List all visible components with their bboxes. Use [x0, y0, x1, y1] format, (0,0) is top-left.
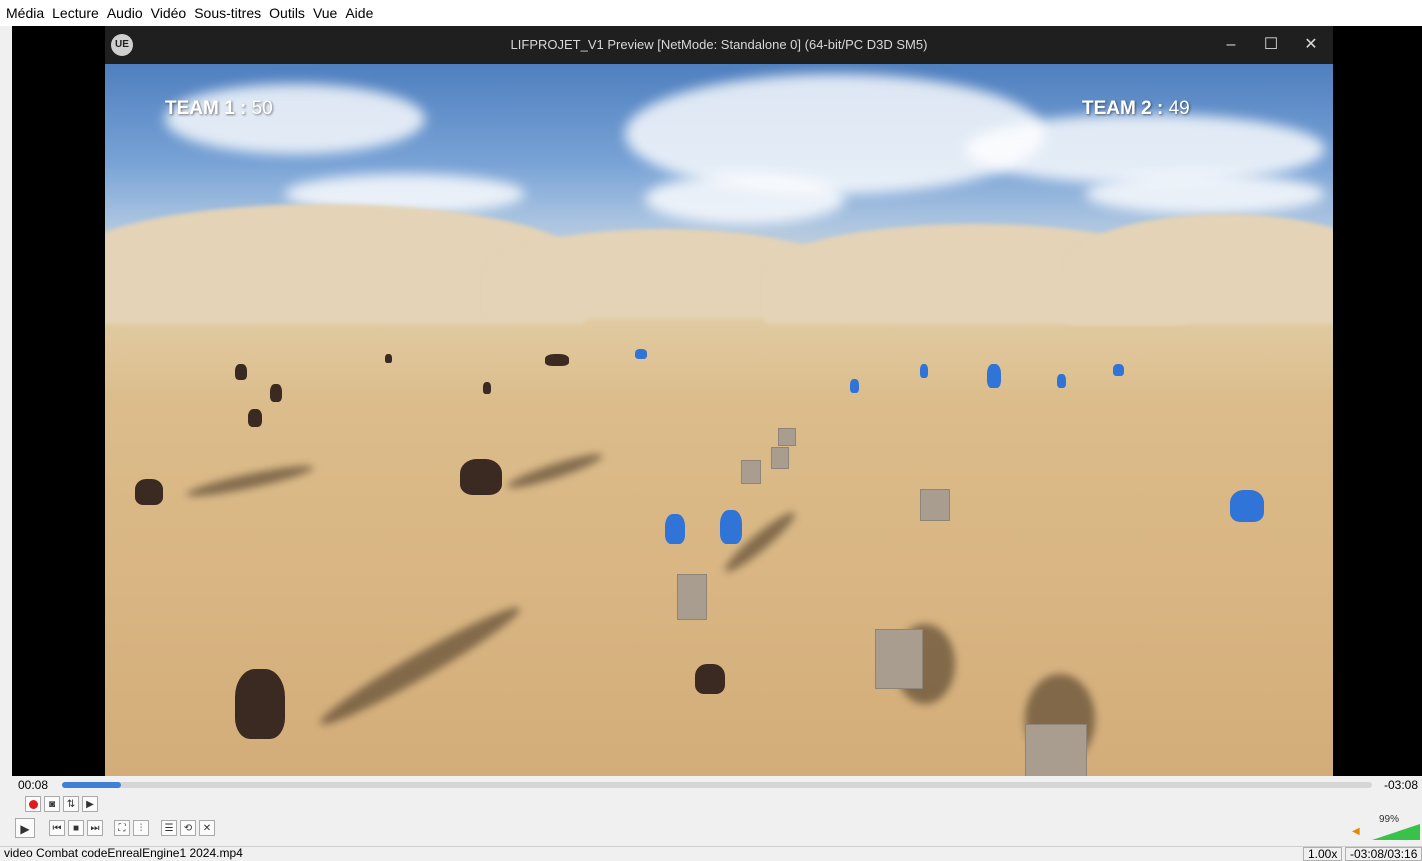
cloud: [965, 114, 1325, 184]
shadow: [184, 460, 316, 502]
menu-video[interactable]: Vidéo: [151, 0, 193, 26]
ue-window-title: LIFPROJET_V1 Preview [NetMode: Standalon…: [510, 37, 928, 52]
seek-progress: [62, 782, 121, 788]
playlist-icon: ☰: [164, 823, 174, 834]
record-button[interactable]: [25, 796, 41, 812]
cloud: [645, 174, 845, 224]
crate: [741, 460, 761, 484]
fullscreen-icon: ⛶: [118, 823, 126, 834]
cloud: [1085, 174, 1325, 214]
ue-titlebar: UE LIFPROJET_V1 Preview [NetMode: Standa…: [105, 26, 1333, 64]
dune: [1065, 214, 1333, 324]
shadow: [314, 598, 526, 734]
game-scene: TEAM 1 : 50 TEAM 2 : 49: [105, 64, 1333, 776]
frame-step-icon: ▶: [86, 799, 94, 810]
menu-lecture[interactable]: Lecture: [52, 0, 105, 26]
menu-help[interactable]: Aide: [345, 0, 379, 26]
loop-button[interactable]: ⟲: [180, 820, 196, 836]
stop-button[interactable]: ■: [68, 820, 84, 836]
volume-percent: 99%: [1379, 814, 1400, 825]
playback-speed[interactable]: 1.00x: [1303, 847, 1343, 861]
shuffle-button[interactable]: ✕: [199, 820, 215, 836]
seek-bar[interactable]: [62, 782, 1372, 788]
menu-audio[interactable]: Audio: [107, 0, 149, 26]
blue-unit: [1113, 364, 1124, 376]
ue-preview-window: UE LIFPROJET_V1 Preview [NetMode: Standa…: [105, 26, 1333, 776]
frame-step-button[interactable]: ▶: [82, 796, 98, 812]
menu-tools[interactable]: Outils: [269, 0, 311, 26]
menu-view[interactable]: Vue: [313, 0, 343, 26]
previous-button[interactable]: ⏮: [49, 820, 65, 836]
red-unit: [460, 459, 502, 495]
loop-icon: ⟲: [183, 823, 193, 834]
crate: [920, 489, 950, 521]
play-icon: ▶: [20, 822, 30, 836]
blue-unit: [987, 364, 1001, 388]
equalizer-icon: ⫶: [139, 823, 143, 834]
team2-score-label: TEAM 2 : 49: [1082, 98, 1190, 120]
playlist-button[interactable]: ☰: [161, 820, 177, 836]
crate: [1025, 724, 1087, 776]
blue-unit: [665, 514, 685, 544]
record-icon: [28, 799, 38, 809]
blue-unit: [850, 379, 859, 393]
stop-icon: ■: [72, 823, 80, 834]
menu-subtitles[interactable]: Sous-titres: [194, 0, 267, 26]
blue-unit: [1057, 374, 1066, 388]
red-unit: [545, 354, 569, 366]
shuffle-icon: ✕: [202, 823, 212, 834]
red-unit: [385, 354, 392, 363]
red-unit: [695, 664, 725, 694]
team1-label: TEAM 1 :: [165, 98, 247, 119]
team2-label: TEAM 2 :: [1082, 98, 1164, 119]
team1-score: 50: [251, 98, 273, 119]
close-icon[interactable]: ✕: [1291, 26, 1331, 64]
red-unit: [270, 384, 282, 402]
play-button[interactable]: ▶: [15, 818, 35, 838]
file-name: video Combat codeEnrealEngine1 2024.mp4: [4, 846, 243, 860]
video-area[interactable]: UE LIFPROJET_V1 Preview [NetMode: Standa…: [12, 26, 1422, 776]
menubar: Média Lecture Audio Vidéo Sous-titres Ou…: [0, 0, 1422, 26]
maximize-icon[interactable]: ☐: [1251, 26, 1291, 64]
volume-level: [1372, 824, 1420, 840]
next-icon: ⏭: [90, 823, 100, 834]
crate: [771, 447, 789, 469]
menu-media[interactable]: Média: [6, 0, 50, 26]
crate: [875, 629, 923, 689]
previous-icon: ⏮: [52, 823, 62, 834]
snapshot-button[interactable]: ◙: [44, 796, 60, 812]
camera-icon: ◙: [48, 799, 56, 810]
loop-ab-button[interactable]: ⇅: [63, 796, 79, 812]
blue-unit: [720, 510, 742, 544]
fullscreen-button[interactable]: ⛶: [114, 820, 130, 836]
speaker-icon: ◀: [1352, 826, 1360, 837]
red-unit: [235, 364, 247, 380]
blue-unit: [920, 364, 928, 378]
blue-unit: [1230, 490, 1264, 522]
player-controls: 00:08 -03:08 ◙ ⇅ ▶ ▶ ⏮ ■ ⏭ ⛶ ⫶ ☰ ⟲ ✕ ◀ 9…: [0, 776, 1422, 846]
team2-score: 49: [1168, 98, 1190, 119]
red-unit: [248, 409, 262, 427]
crate: [677, 574, 707, 620]
minimize-icon[interactable]: –: [1211, 26, 1251, 64]
status-bar: video Combat codeEnrealEngine1 2024.mp4 …: [0, 846, 1422, 861]
red-unit: [135, 479, 163, 505]
shadow: [505, 448, 605, 494]
elapsed-time: 00:08: [18, 778, 49, 792]
team1-score-label: TEAM 1 : 50: [165, 98, 273, 120]
next-button[interactable]: ⏭: [87, 820, 103, 836]
blue-unit: [635, 349, 647, 359]
volume-slider[interactable]: ◀ 99%: [1352, 814, 1420, 840]
red-unit: [483, 382, 491, 394]
loop-ab-icon: ⇅: [66, 799, 76, 810]
remaining-time: -03:08: [1384, 778, 1419, 792]
time-display[interactable]: -03:08/03:16: [1345, 847, 1422, 861]
extended-settings-button[interactable]: ⫶: [133, 820, 149, 836]
crate: [778, 428, 796, 446]
red-unit: [235, 669, 285, 739]
